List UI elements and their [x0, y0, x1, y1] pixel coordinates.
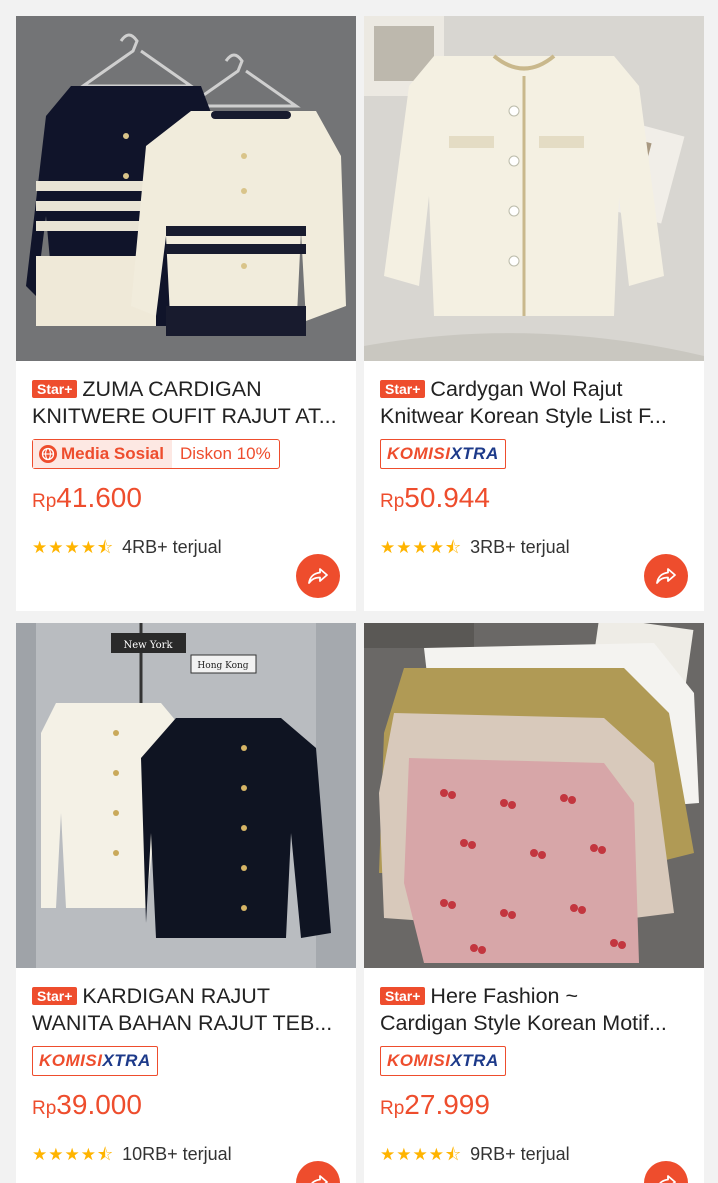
price-currency: Rp — [32, 491, 57, 512]
product-card[interactable]: Star+ ZUMA CARDIGAN KNITWERE OUFIT RAJUT … — [16, 16, 356, 611]
half-star-icon: ⯪ — [445, 1145, 462, 1164]
star-icon: ★ — [428, 1145, 444, 1164]
product-title[interactable]: Star+ ZUMA CARDIGAN KNITWERE OUFIT RAJUT … — [32, 376, 344, 430]
product-title-line1: KARDIGAN RAJUT — [82, 984, 270, 1008]
product-image[interactable] — [364, 16, 704, 361]
product-title-line2: KNITWERE OUFIT RAJUT AT... — [32, 404, 337, 428]
sold-count: 3RB+ terjual — [470, 537, 570, 557]
media-sosial-badge: Media Sosial Diskon 10% — [32, 439, 280, 469]
sold-count: 10RB+ terjual — [122, 1144, 232, 1164]
price-amount: 41.600 — [56, 482, 142, 513]
star-icon: ★ — [48, 538, 64, 557]
cherry-cardigan-photo — [364, 623, 704, 968]
price-amount: 50.944 — [404, 482, 490, 513]
rating-row: ★ ★ ★ ★ ⯪ 9RB+ terjual — [380, 1144, 570, 1165]
komisi-label: KOMISI — [39, 1051, 103, 1070]
share-icon — [656, 568, 676, 584]
star-icon: ★ — [48, 1145, 64, 1164]
share-button[interactable] — [644, 1161, 688, 1183]
price-currency: Rp — [380, 491, 405, 512]
product-title-line2: Knitwear Korean Style List F... — [380, 404, 667, 428]
product-title[interactable]: Star+ Here Fashion ~ Cardigan Style Korea… — [380, 983, 692, 1037]
star-icon: ★ — [396, 1145, 412, 1164]
star-plus-badge: Star+ — [380, 987, 426, 1005]
rating-stars: ★ ★ ★ ★ ⯪ — [32, 539, 114, 556]
price-amount: 39.000 — [56, 1089, 142, 1120]
product-title-line1: Here Fashion ~ — [430, 984, 579, 1008]
share-button[interactable] — [644, 554, 688, 598]
komisi-xtra-badge: KOMISI XTRA — [380, 1046, 506, 1076]
half-star-icon: ⯪ — [445, 538, 462, 557]
knit-cardigan-photo — [16, 16, 356, 361]
komisi-label: KOMISI — [387, 1051, 451, 1070]
star-plus-badge: Star+ — [32, 380, 78, 398]
star-icon: ★ — [64, 1145, 80, 1164]
product-price: Rp41.600 — [32, 482, 142, 514]
product-title-line2: WANITA BAHAN RAJUT TEB... — [32, 1011, 333, 1035]
product-title[interactable]: Star+ KARDIGAN RAJUT WANITA BAHAN RAJUT T… — [32, 983, 344, 1037]
rating-row: ★ ★ ★ ★ ⯪ 3RB+ terjual — [380, 537, 570, 558]
product-card[interactable]: New York Hong Kong Star+ KARDIGAN RAJUT W… — [16, 623, 356, 1183]
star-plus-badge: Star+ — [380, 380, 426, 398]
xtra-label: XTRA — [450, 444, 499, 463]
product-image[interactable] — [364, 623, 704, 968]
sold-count: 4RB+ terjual — [122, 537, 222, 557]
share-button[interactable] — [296, 554, 340, 598]
star-icon: ★ — [32, 1145, 48, 1164]
discount-label: Diskon 10% — [179, 444, 271, 463]
star-icon: ★ — [428, 538, 444, 557]
rating-row: ★ ★ ★ ★ ⯪ 4RB+ terjual — [32, 537, 222, 558]
star-icon: ★ — [396, 538, 412, 557]
star-icon: ★ — [80, 538, 96, 557]
xtra-label: XTRA — [102, 1051, 151, 1070]
product-image[interactable]: New York Hong Kong — [16, 623, 356, 968]
product-title-line1: ZUMA CARDIGAN — [82, 377, 262, 401]
star-icon: ★ — [412, 538, 428, 557]
product-price: Rp39.000 — [32, 1089, 142, 1121]
share-button[interactable] — [296, 1161, 340, 1183]
rating-stars: ★ ★ ★ ★ ⯪ — [32, 1146, 114, 1163]
product-card[interactable]: Star+ Here Fashion ~ Cardigan Style Korea… — [364, 623, 704, 1183]
product-price: Rp50.944 — [380, 482, 490, 514]
media-sosial-label: Media Sosial — [61, 444, 164, 463]
sign-hong-kong: Hong Kong — [197, 661, 248, 671]
product-title[interactable]: Star+ Cardygan Wol Rajut Knitwear Korean … — [380, 376, 692, 430]
star-plus-badge: Star+ — [32, 987, 78, 1005]
komisi-xtra-badge: KOMISI XTRA — [32, 1046, 158, 1076]
rating-stars: ★ ★ ★ ★ ⯪ — [380, 1146, 462, 1163]
star-icon: ★ — [412, 1145, 428, 1164]
star-icon: ★ — [64, 538, 80, 557]
product-title-line2: Cardigan Style Korean Motif... — [380, 1011, 667, 1035]
product-card[interactable]: Star+ Cardygan Wol Rajut Knitwear Korean … — [364, 16, 704, 611]
product-image[interactable] — [16, 16, 356, 361]
star-icon: ★ — [32, 538, 48, 557]
star-icon: ★ — [380, 538, 396, 557]
rating-stars: ★ ★ ★ ★ ⯪ — [380, 539, 462, 556]
xtra-label: XTRA — [450, 1051, 499, 1070]
price-amount: 27.999 — [404, 1089, 490, 1120]
star-icon: ★ — [80, 1145, 96, 1164]
half-star-icon: ⯪ — [97, 538, 114, 557]
komisi-label: KOMISI — [387, 444, 451, 463]
product-title-line1: Cardygan Wol Rajut — [430, 377, 623, 401]
share-icon — [310, 1175, 328, 1183]
price-currency: Rp — [380, 1098, 405, 1119]
cream-cardigan-photo — [364, 16, 704, 361]
globe-icon — [39, 445, 57, 463]
sold-count: 9RB+ terjual — [470, 1144, 570, 1164]
product-price: Rp27.999 — [380, 1089, 490, 1121]
komisi-xtra-badge: KOMISI XTRA — [380, 439, 506, 469]
share-icon — [308, 568, 328, 584]
black-white-cardigan-photo: New York Hong Kong — [16, 623, 356, 968]
sign-new-york: New York — [124, 640, 174, 651]
share-icon — [658, 1175, 676, 1183]
half-star-icon: ⯪ — [97, 1145, 114, 1164]
rating-row: ★ ★ ★ ★ ⯪ 10RB+ terjual — [32, 1144, 232, 1165]
price-currency: Rp — [32, 1098, 57, 1119]
star-icon: ★ — [380, 1145, 396, 1164]
